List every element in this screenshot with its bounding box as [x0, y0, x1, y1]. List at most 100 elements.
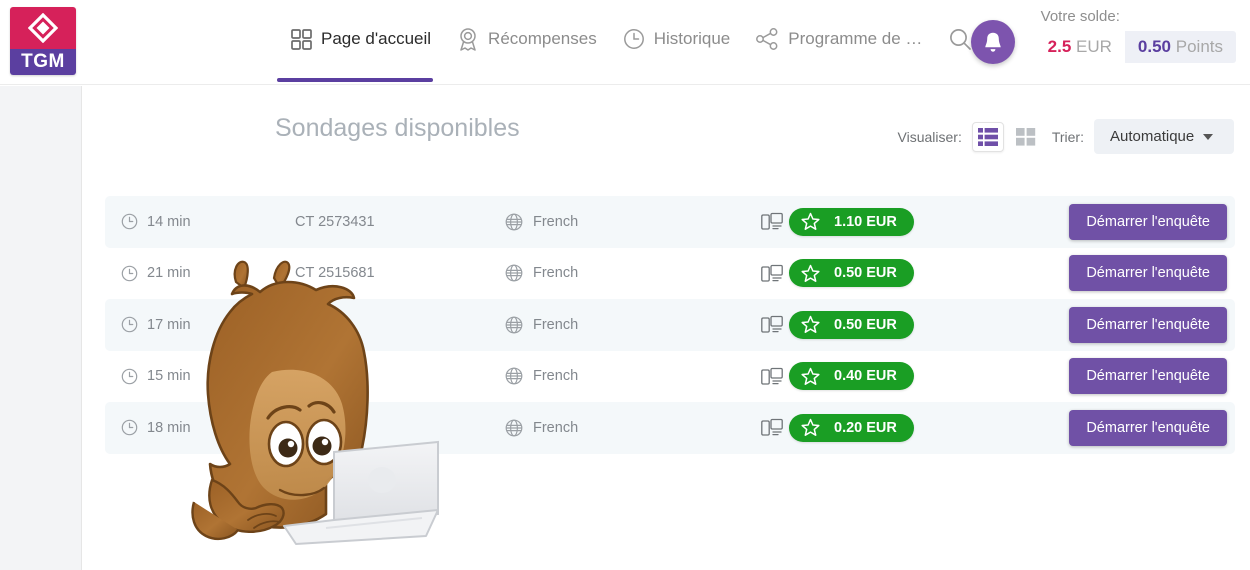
reward-badge: 0.40 EUR [789, 362, 914, 391]
survey-action: Démarrer l'enquête [1069, 255, 1227, 292]
survey-duration: 15 min [121, 368, 191, 385]
balance-label: Votre solde: [1040, 8, 1120, 25]
balance-values: 2.5 EUR 0.50 Points [1034, 31, 1236, 63]
device-icon [761, 367, 783, 386]
globe-icon [505, 419, 523, 437]
table-row[interactable]: 17 min 4291 French 0.50 EUR Démarrer l'e… [105, 299, 1235, 351]
survey-reward: 1.10 EUR [789, 207, 914, 236]
survey-reward: 0.20 EUR [789, 413, 914, 442]
device-icon [761, 315, 783, 334]
grid-view-icon [1015, 127, 1036, 146]
language-text: French [533, 213, 579, 230]
top-header: TGM Page d'accueil Récompenses Historiqu… [0, 0, 1250, 85]
duration-text: 14 min [147, 213, 191, 230]
balance-eur-unit: EUR [1076, 37, 1112, 56]
chevron-down-icon [1203, 133, 1214, 140]
clock-icon [623, 28, 645, 50]
nav-item-page-daccueil[interactable]: Page d'accueil [278, 18, 444, 60]
survey-language: French [505, 316, 578, 334]
tgm-logo[interactable]: TGM [10, 7, 76, 75]
language-text: French [533, 368, 579, 385]
main-navigation: Page d'accueil Récompenses Historique Pr… [278, 18, 1028, 60]
table-row[interactable]: 15 min 72 French 0.40 EUR Démarrer l'enq… [105, 351, 1235, 403]
balance-points-unit: Points [1175, 37, 1223, 56]
notifications-button[interactable] [971, 20, 1015, 64]
nav-label: Programme de … [788, 29, 923, 48]
table-row[interactable]: 21 min CT 2515681 French 0.50 EUR Démarr… [105, 248, 1235, 300]
clock-icon [121, 368, 138, 385]
reward-amount: 1.10 EUR [834, 213, 897, 230]
survey-reward: 0.40 EUR [789, 362, 914, 391]
reward-badge: 0.50 EUR [789, 310, 914, 339]
clock-icon [121, 419, 138, 436]
reward-badge: 1.10 EUR [789, 207, 914, 236]
start-survey-button[interactable]: Démarrer l'enquête [1069, 203, 1227, 240]
balance-points-value: 0.50 [1137, 37, 1172, 56]
list-view-button[interactable] [971, 121, 1004, 152]
balance-eur: 2.5 EUR [1034, 31, 1125, 63]
star-icon [801, 418, 820, 437]
device-compatibility [761, 367, 783, 386]
survey-language: French [505, 419, 578, 437]
left-sidebar-rail [0, 86, 82, 570]
device-icon [761, 212, 783, 231]
list-view-icon [977, 127, 998, 146]
duration-text: 15 min [147, 368, 191, 385]
language-text: French [533, 419, 579, 436]
star-icon [801, 315, 820, 334]
survey-language: French [505, 264, 578, 282]
survey-id: 4291 [295, 316, 328, 333]
balance-points: 0.50 Points [1124, 31, 1236, 63]
survey-list: 14 min CT 2573431 French 1.10 EUR Démarr… [105, 196, 1235, 454]
sort-dropdown[interactable]: Automatique [1094, 119, 1234, 154]
start-survey-button[interactable]: Démarrer l'enquête [1069, 409, 1227, 446]
globe-icon [505, 367, 523, 385]
language-text: French [533, 265, 579, 282]
nav-item-historique[interactable]: Historique [610, 18, 744, 60]
star-icon [801, 212, 820, 231]
start-survey-button[interactable]: Démarrer l'enquête [1069, 306, 1227, 343]
device-compatibility [761, 315, 783, 334]
bell-icon [982, 31, 1004, 54]
duration-text: 17 min [147, 316, 191, 333]
nav-label: Récompenses [488, 29, 597, 48]
device-icon [761, 418, 783, 437]
survey-duration: 18 min [121, 419, 191, 436]
table-row[interactable]: 14 min CT 2573431 French 1.10 EUR Démarr… [105, 196, 1235, 248]
survey-reward: 0.50 EUR [789, 310, 914, 339]
grid-view-button[interactable] [1010, 122, 1042, 152]
device-icon [761, 264, 783, 283]
reward-amount: 0.50 EUR [834, 265, 897, 282]
device-compatibility [761, 264, 783, 283]
page-root: TGM Page d'accueil Récompenses Historiqu… [0, 0, 1250, 570]
view-switcher [971, 121, 1042, 152]
clock-icon [121, 213, 138, 230]
start-survey-button[interactable]: Démarrer l'enquête [1069, 255, 1227, 292]
reward-amount: 0.50 EUR [834, 316, 897, 333]
list-toolbar: Visualiser: Trier: Automatique [898, 119, 1234, 154]
table-row[interactable]: 18 min 9 French 0.20 EUR Démarrer l'enqu… [105, 402, 1235, 454]
survey-duration: 17 min [121, 316, 191, 333]
start-survey-button[interactable]: Démarrer l'enquête [1069, 358, 1227, 395]
main-content: Sondages disponibles Visualiser: Trier: … [83, 86, 1250, 570]
globe-icon [505, 316, 523, 334]
sort-label: Trier: [1051, 128, 1084, 145]
reward-amount: 0.40 EUR [834, 368, 897, 385]
page-title: Sondages disponibles [275, 114, 520, 142]
globe-icon [505, 264, 523, 282]
clock-icon [121, 316, 138, 333]
grid-icon [291, 28, 312, 50]
logo-diamond-icon [10, 7, 76, 49]
award-ribbon-icon [457, 27, 479, 51]
survey-action: Démarrer l'enquête [1069, 203, 1227, 240]
nav-item-programme-de[interactable]: Programme de … [743, 18, 935, 60]
logo-text: TGM [21, 51, 65, 72]
survey-reward: 0.50 EUR [789, 259, 914, 288]
globe-icon [505, 213, 523, 231]
survey-id: 9 [295, 419, 304, 436]
sort-selected-value: Automatique [1110, 128, 1195, 145]
nav-item-recompenses[interactable]: Récompenses [444, 18, 610, 60]
balance-widget: Votre solde: 2.5 EUR 0.50 Points [1034, 8, 1236, 63]
language-text: French [533, 316, 579, 333]
share-nodes-icon [756, 28, 779, 50]
